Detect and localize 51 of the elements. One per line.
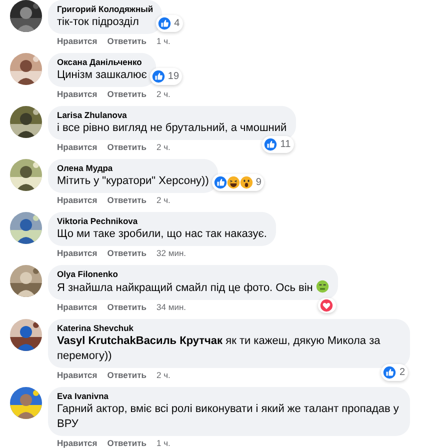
like-link[interactable]: Нравится [57,248,98,259]
author-name[interactable]: Katerina Shevchuk [57,322,401,334]
author-name[interactable]: Larisa Zhulanova [57,109,287,121]
reaction-count: 11 [279,138,291,152]
author-name[interactable]: Eva Ivanivna [57,390,401,402]
comment-time[interactable]: 2 ч. [156,370,170,381]
comment-text: тік-ток підрозділ [57,16,139,28]
comment-text: Vasyl KrutchakВасиль Крутчак як ти кажеш, дякую Микола за перемогу)) [57,335,380,362]
reply-link[interactable]: Ответить [107,370,147,381]
author-name[interactable]: Олена Мудра [57,162,209,174]
like-link[interactable]: Нравится [57,302,98,313]
comment-text: Гарний актор, вміє всі ролі виконувати і який же талант пропадав у ВРУ [57,403,399,430]
reply-link[interactable]: Ответить [107,195,147,206]
reaction-count: 9 [254,176,262,190]
reaction-counter[interactable]: 9 [212,174,264,191]
comment-time[interactable]: 2 ч. [156,142,170,153]
reaction-counter[interactable]: 4 [156,15,183,32]
comment-time[interactable]: 1 ч. [156,438,170,448]
author-name[interactable]: Viktoria Pechnikova [57,215,267,227]
comment-text: Мітить у "куратори" Херсону)) [57,175,209,187]
reply-link[interactable]: Ответить [107,36,147,47]
comment-time[interactable]: 2 ч. [156,89,170,100]
like-link[interactable]: Нравится [57,89,98,100]
like-link[interactable]: Нравится [57,438,98,448]
reaction-count: 2 [398,366,405,380]
reaction-counter[interactable] [318,298,336,313]
reply-link[interactable]: Ответить [107,438,147,448]
reaction-count: 19 [166,70,180,84]
comment-text: Цинізм зашкалює [57,69,147,81]
reply-link[interactable]: Ответить [107,248,147,259]
reaction-counter[interactable]: 19 [150,68,182,85]
author-name[interactable]: Григорий Колодяжный [57,3,154,15]
comment-text: Я знайшла найкращий смайл під це фото. Ось він [57,282,313,294]
like-link[interactable]: Нравится [57,142,98,153]
reaction-counter[interactable]: 11 [262,136,294,153]
comment-time[interactable]: 2 ч. [156,195,170,206]
comment-text: і все рівно вигляд не брутальний, а чмошний [57,122,287,134]
author-name[interactable]: Olya Filonenko [57,268,329,280]
comment-text: Що ми таке зробили, що нас так наказує. [57,228,267,240]
reaction-count: 4 [173,17,180,31]
comment-time[interactable]: 34 мин. [156,302,186,313]
like-link[interactable]: Нравится [57,36,98,47]
reply-link[interactable]: Ответить [107,302,147,313]
comment-time[interactable]: 32 мин. [156,248,186,259]
reply-link[interactable]: Ответить [107,89,147,100]
author-name[interactable]: Оксана Данільченко [57,56,147,68]
reply-link[interactable]: Ответить [107,142,147,153]
reaction-counter[interactable]: 2 [381,364,408,381]
comment-time[interactable]: 1 ч. [156,36,170,47]
like-link[interactable]: Нравится [57,370,98,381]
like-link[interactable]: Нравится [57,195,98,206]
